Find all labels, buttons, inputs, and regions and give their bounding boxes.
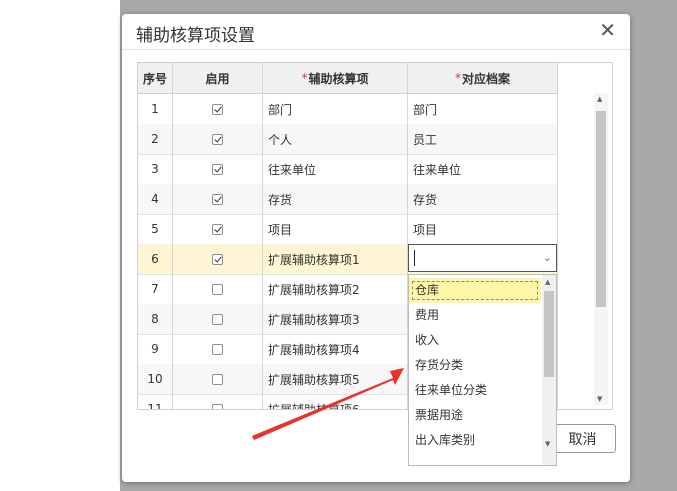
red-arrow-annotation bbox=[252, 368, 404, 440]
